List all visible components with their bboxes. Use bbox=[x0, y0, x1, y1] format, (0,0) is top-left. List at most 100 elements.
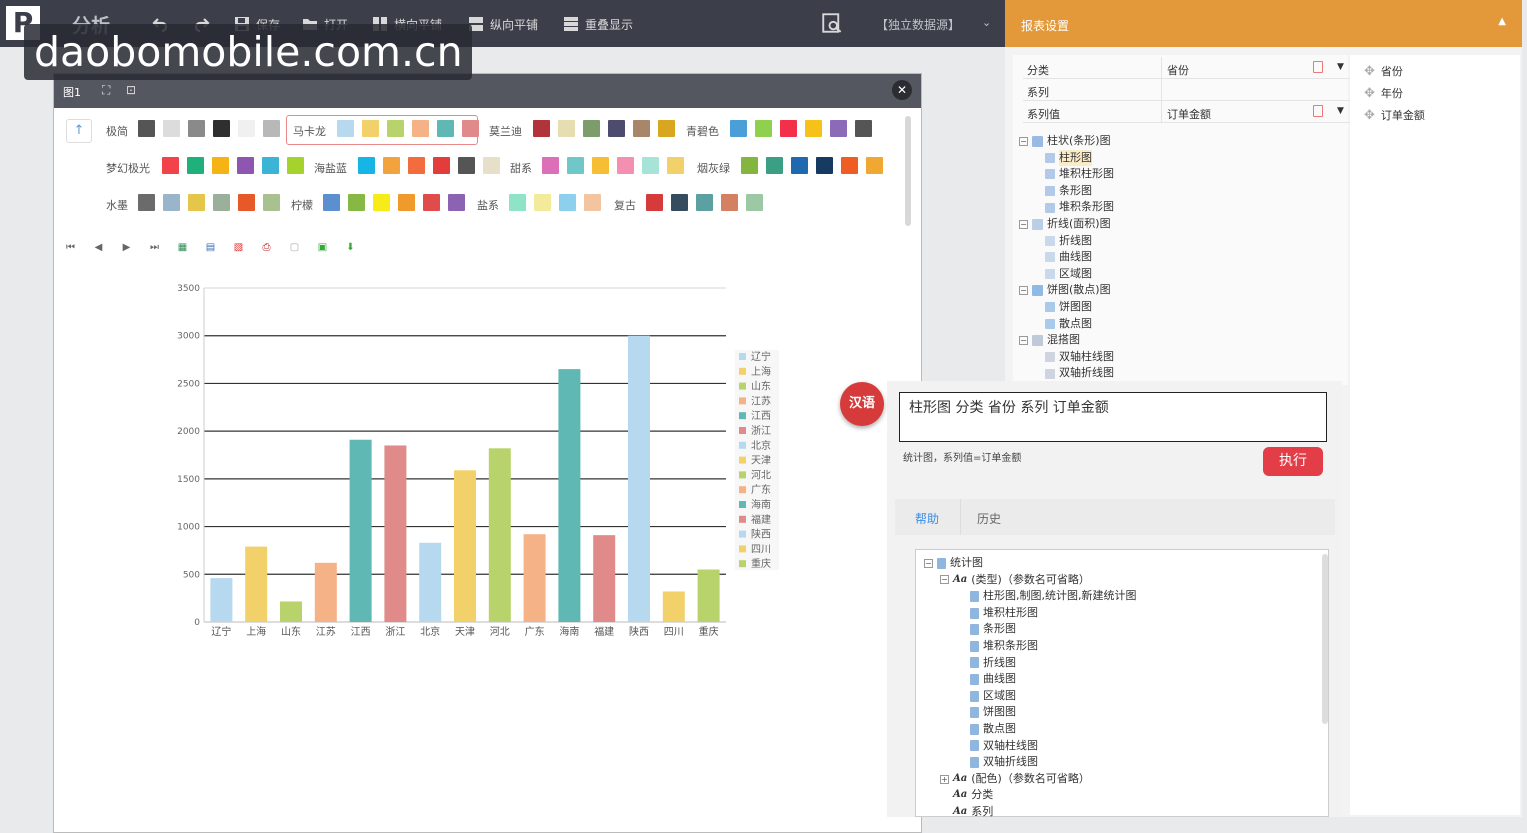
color-swatch[interactable] bbox=[780, 120, 797, 137]
export-icon[interactable]: ⊡ bbox=[126, 83, 136, 97]
expand-toggle-icon[interactable]: − bbox=[940, 575, 949, 585]
color-swatch[interactable] bbox=[667, 157, 684, 174]
help-tree-node[interactable]: − Aa (类型)（参数名可省略） bbox=[924, 572, 1137, 589]
color-swatch[interactable] bbox=[163, 194, 180, 211]
tab-history[interactable]: 历史 bbox=[977, 510, 1001, 527]
datasource-select[interactable]: 【独立数据源】 bbox=[876, 16, 960, 33]
datasource-search-button[interactable] bbox=[822, 13, 842, 33]
color-swatch[interactable] bbox=[542, 157, 559, 174]
color-swatch[interactable] bbox=[567, 157, 584, 174]
color-swatch[interactable] bbox=[348, 194, 365, 211]
collapse-toggle-icon[interactable]: − bbox=[1019, 136, 1028, 146]
help-tree-item[interactable]: 区域图 bbox=[924, 688, 1137, 705]
color-swatch[interactable] bbox=[509, 194, 526, 211]
color-swatch[interactable] bbox=[263, 194, 280, 211]
color-swatch[interactable] bbox=[755, 120, 772, 137]
color-swatch[interactable] bbox=[387, 120, 404, 137]
chevron-down-icon[interactable]: ⌄ bbox=[982, 16, 991, 29]
help-tree-item[interactable]: 双轴折线图 bbox=[924, 754, 1137, 771]
color-swatch[interactable] bbox=[583, 120, 600, 137]
color-swatch[interactable] bbox=[448, 194, 465, 211]
palette-group-label[interactable]: 马卡龙 bbox=[293, 123, 326, 139]
delete-icon[interactable] bbox=[1313, 61, 1323, 73]
download-icon[interactable]: ⬇ bbox=[342, 242, 359, 258]
help-tree-node[interactable]: + Aa (配色)（参数名可省略） bbox=[924, 771, 1137, 788]
color-swatch[interactable] bbox=[721, 194, 738, 211]
run-button[interactable]: 执行 bbox=[1263, 447, 1323, 476]
help-scrollbar[interactable] bbox=[1322, 554, 1328, 724]
color-swatch[interactable] bbox=[816, 157, 833, 174]
color-swatch[interactable] bbox=[138, 194, 155, 211]
color-swatch[interactable] bbox=[433, 157, 450, 174]
palette-group-label[interactable]: 梦幻极光 bbox=[106, 160, 150, 176]
setting-row-series[interactable]: 系列 bbox=[1023, 79, 1353, 101]
palette-group-label[interactable]: 水墨 bbox=[106, 197, 128, 213]
color-swatch[interactable] bbox=[534, 194, 551, 211]
palette-group-label[interactable]: 海盐蓝 bbox=[314, 160, 347, 176]
text-icon[interactable]: ▢ bbox=[286, 242, 303, 258]
color-swatch[interactable] bbox=[262, 157, 279, 174]
setting-row-category[interactable]: 分类 省份 ▼ bbox=[1023, 57, 1353, 79]
tree-item[interactable]: 散点图 bbox=[1019, 316, 1114, 333]
color-swatch[interactable] bbox=[696, 194, 713, 211]
color-swatch[interactable] bbox=[187, 157, 204, 174]
last-page-icon[interactable]: ⏭ bbox=[146, 242, 163, 258]
color-swatch[interactable] bbox=[841, 157, 858, 174]
color-swatch[interactable] bbox=[584, 194, 601, 211]
pdf-icon[interactable]: ▧ bbox=[230, 242, 247, 258]
tree-item[interactable]: 堆积柱形图 bbox=[1019, 166, 1114, 183]
tree-group[interactable]: − 混搭图 bbox=[1019, 332, 1114, 349]
color-swatch[interactable] bbox=[337, 120, 354, 137]
tree-item[interactable]: 曲线图 bbox=[1019, 249, 1114, 266]
color-swatch[interactable] bbox=[633, 120, 650, 137]
color-swatch[interactable] bbox=[462, 120, 479, 137]
close-icon[interactable]: ✕ bbox=[892, 80, 912, 100]
tree-item[interactable]: 条形图 bbox=[1019, 183, 1114, 200]
tree-item[interactable]: 饼图图 bbox=[1019, 299, 1114, 316]
color-swatch[interactable] bbox=[423, 194, 440, 211]
first-page-icon[interactable]: ⏮ bbox=[62, 242, 79, 258]
color-swatch[interactable] bbox=[408, 157, 425, 174]
overlay-button[interactable]: 重叠显示 bbox=[563, 15, 633, 33]
color-swatch[interactable] bbox=[138, 120, 155, 137]
color-swatch[interactable] bbox=[238, 194, 255, 211]
color-swatch[interactable] bbox=[658, 120, 675, 137]
tab-help[interactable]: 帮助 bbox=[915, 510, 939, 527]
color-swatch[interactable] bbox=[558, 120, 575, 137]
collapse-toggle-icon[interactable]: − bbox=[1019, 286, 1028, 296]
palette-group-label[interactable]: 柠檬 bbox=[291, 197, 313, 213]
color-swatch[interactable] bbox=[592, 157, 609, 174]
color-swatch[interactable] bbox=[212, 157, 229, 174]
tree-item[interactable]: 双轴折线图 bbox=[1019, 365, 1114, 382]
palette-scrollbar[interactable] bbox=[905, 116, 911, 226]
tree-item[interactable]: 区域图 bbox=[1019, 266, 1114, 283]
color-swatch[interactable] bbox=[383, 157, 400, 174]
delete-icon[interactable] bbox=[1313, 105, 1323, 117]
color-swatch[interactable] bbox=[163, 120, 180, 137]
color-swatch[interactable] bbox=[437, 120, 454, 137]
color-swatch[interactable] bbox=[617, 157, 634, 174]
field-item[interactable]: ✥ 年份 bbox=[1364, 85, 1403, 101]
collapse-up-icon[interactable]: ↑ bbox=[66, 119, 92, 143]
help-tree-item[interactable]: 折线图 bbox=[924, 655, 1137, 672]
help-tree-item[interactable]: 条形图 bbox=[924, 621, 1137, 638]
help-tree-item[interactable]: 双轴柱线图 bbox=[924, 738, 1137, 755]
palette-group-label[interactable]: 烟灰绿 bbox=[697, 160, 730, 176]
color-swatch[interactable] bbox=[830, 120, 847, 137]
help-tree-node[interactable]: Aa 系列 bbox=[924, 804, 1137, 821]
word-icon[interactable]: ▤ bbox=[202, 242, 219, 258]
help-tree-item[interactable]: 散点图 bbox=[924, 721, 1137, 738]
color-swatch[interactable] bbox=[362, 120, 379, 137]
color-swatch[interactable] bbox=[358, 157, 375, 174]
color-swatch[interactable] bbox=[412, 120, 429, 137]
next-page-icon[interactable]: ▶ bbox=[118, 242, 135, 258]
palette-group-label[interactable]: 莫兰迪 bbox=[489, 123, 522, 139]
palette-group-label[interactable]: 甜系 bbox=[510, 160, 532, 176]
dropdown-arrow-icon[interactable]: ▼ bbox=[1337, 62, 1344, 72]
color-swatch[interactable] bbox=[646, 194, 663, 211]
color-swatch[interactable] bbox=[855, 120, 872, 137]
color-swatch[interactable] bbox=[533, 120, 550, 137]
tree-item[interactable]: 堆积条形图 bbox=[1019, 199, 1114, 216]
help-tree-item[interactable]: 柱形图,制图,统计图,新建统计图 bbox=[924, 588, 1137, 605]
help-tree-item[interactable]: 曲线图 bbox=[924, 671, 1137, 688]
